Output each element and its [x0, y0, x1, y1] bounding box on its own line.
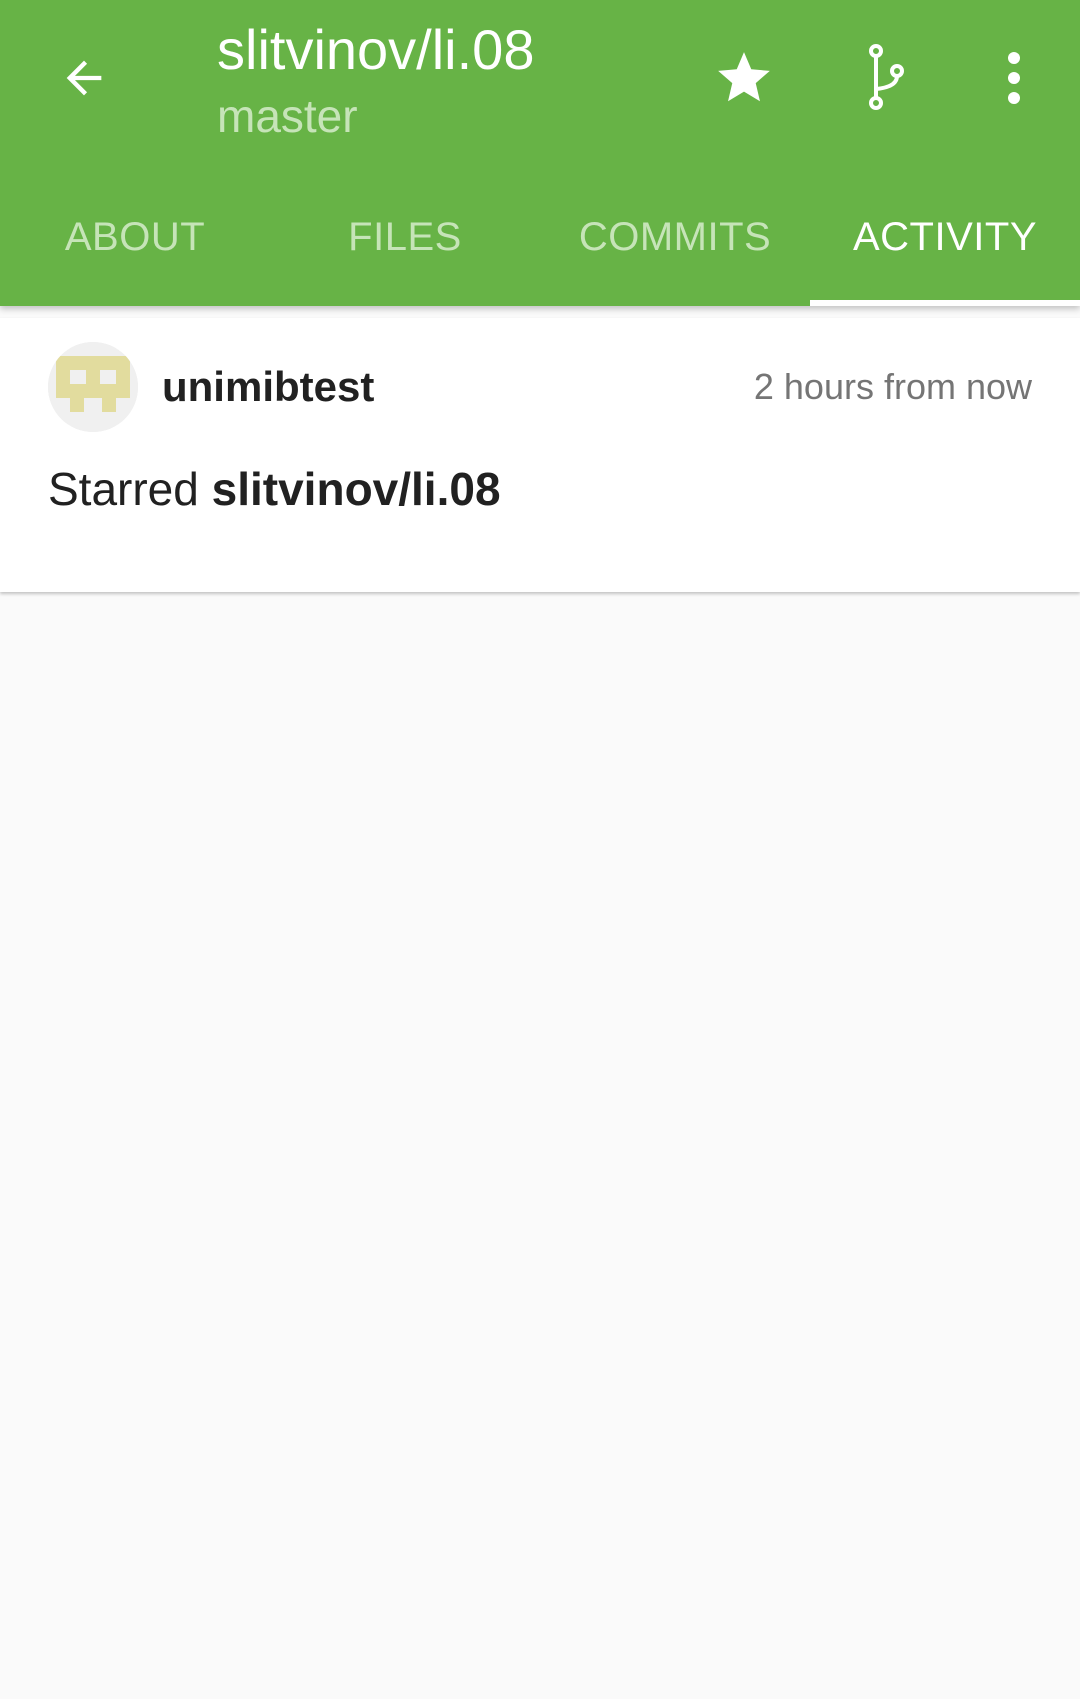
activity-repo-link[interactable]: slitvinov/li.08 — [212, 463, 501, 515]
app-bar: slitvinov/li.08 master ABOUT FILES COMMI… — [0, 0, 1080, 306]
activity-item[interactable]: unimibtest 2 hours from now Starred slit… — [0, 318, 1080, 592]
git-branch-icon — [869, 44, 904, 110]
tab-files[interactable]: FILES — [270, 200, 540, 306]
branch-name: master — [217, 90, 358, 142]
tab-bar: ABOUT FILES COMMITS ACTIVITY — [0, 200, 1080, 306]
activity-action: Starred — [48, 463, 199, 515]
tab-activity[interactable]: ACTIVITY — [810, 200, 1080, 306]
identicon-avatar — [48, 342, 138, 432]
activity-username[interactable]: unimibtest — [162, 362, 374, 412]
tab-about[interactable]: ABOUT — [0, 200, 270, 306]
back-button[interactable] — [40, 38, 128, 118]
star-icon — [718, 52, 770, 102]
activity-description: Starred slitvinov/li.08 — [48, 461, 501, 517]
activity-timestamp: 2 hours from now — [753, 366, 1032, 407]
avatar[interactable] — [48, 342, 138, 432]
arrow-left-icon — [66, 60, 102, 96]
more-options-button[interactable] — [970, 38, 1058, 118]
more-vertical-icon — [1008, 52, 1020, 104]
branch-button[interactable] — [843, 38, 931, 118]
title-block: slitvinov/li.08 master — [217, 16, 534, 144]
star-button[interactable] — [700, 38, 788, 118]
tab-commits[interactable]: COMMITS — [540, 200, 810, 306]
repo-title: slitvinov/li.08 — [217, 18, 535, 81]
